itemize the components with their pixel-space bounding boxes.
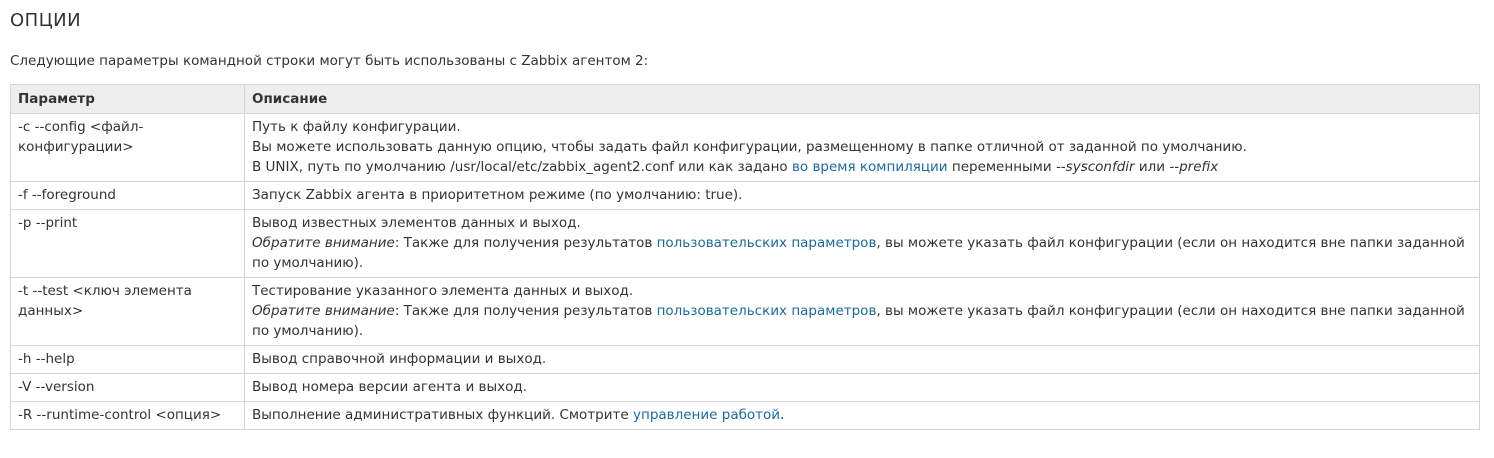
description-cell: Выполнение административных функций. Смо… [244, 401, 1480, 430]
intro-text: Следующие параметры командной строки мог… [10, 53, 649, 69]
runtime-control-link[interactable]: управление работой [633, 407, 780, 423]
description-line: Вы можете использовать данную опцию, что… [252, 139, 1247, 155]
description-cell: Вывод справочной информации и выход. [244, 345, 1480, 374]
description-text: . [780, 407, 785, 423]
table-row: -p --print Вывод известных элементов дан… [10, 209, 1480, 278]
description-cell: Запуск Zabbix агента в приоритетном режи… [244, 181, 1480, 210]
column-header-parameter: Параметр [10, 84, 245, 114]
compile-time-link[interactable]: во время компиляции [792, 159, 948, 175]
column-header-description: Описание [244, 84, 1480, 114]
sysconfdir-variable: --sysconfdir [1055, 159, 1135, 175]
param-cell: -V --version [10, 373, 245, 402]
description-line: Тестирование указанного элемента данных … [252, 283, 634, 299]
param-cell: -f --foreground [10, 181, 245, 210]
prefix-variable: --prefix [1169, 159, 1219, 175]
table-row: -R --runtime-control <опция> Выполнение … [10, 401, 1480, 430]
table-header-row: Параметр Описание [10, 84, 1480, 114]
table-row: -V --version Вывод номера версии агента … [10, 373, 1480, 402]
param-cell: -c --config <файл-конфигурации> [10, 113, 245, 182]
description-text: В UNIX, путь по умолчанию /usr/local/etc… [252, 159, 792, 175]
table-row: -t --test <ключ элемента данных> Тестиро… [10, 277, 1480, 346]
description-cell: Тестирование указанного элемента данных … [244, 277, 1480, 346]
user-parameters-link[interactable]: пользовательских параметров [657, 303, 877, 319]
description-line: Путь к файлу конфигурации. [252, 119, 461, 135]
note-line: Обратите внимание: Также для получения р… [252, 233, 1471, 273]
note-text: : Также для получения результатов [394, 235, 657, 251]
description-cell: Вывод известных элементов данных и выход… [244, 209, 1480, 278]
table-row: -f --foreground Запуск Zabbix агента в п… [10, 181, 1480, 210]
note-line: Обратите внимание: Также для получения р… [252, 301, 1471, 341]
table-row: -c --config <файл-конфигурации> Путь к ф… [10, 113, 1480, 182]
param-cell: -p --print [10, 209, 245, 278]
param-cell: -h --help [10, 345, 245, 374]
param-cell: -t --test <ключ элемента данных> [10, 277, 245, 346]
note-text: : Также для получения результатов [394, 303, 657, 319]
note-label: Обратите внимание [252, 235, 395, 251]
page: ОПЦИИ Следующие параметры командной стро… [0, 0, 1494, 430]
options-table: Параметр Описание -c --config <файл-конф… [10, 84, 1480, 430]
description-line: Вывод известных элементов данных и выход… [252, 215, 581, 231]
section-title: ОПЦИИ [10, 10, 82, 31]
table-row: -h --help Вывод справочной информации и … [10, 345, 1480, 374]
user-parameters-link[interactable]: пользовательских параметров [657, 235, 877, 251]
note-label: Обратите внимание [252, 303, 395, 319]
description-text: переменными [947, 159, 1056, 175]
param-cell: -R --runtime-control <опция> [10, 401, 245, 430]
description-cell: Путь к файлу конфигурации. Вы можете исп… [244, 113, 1480, 182]
description-line: В UNIX, путь по умолчанию /usr/local/etc… [252, 157, 1471, 177]
description-text: Выполнение административных функций. Смо… [252, 407, 633, 423]
description-text: или [1134, 159, 1170, 175]
description-cell: Вывод номера версии агента и выход. [244, 373, 1480, 402]
